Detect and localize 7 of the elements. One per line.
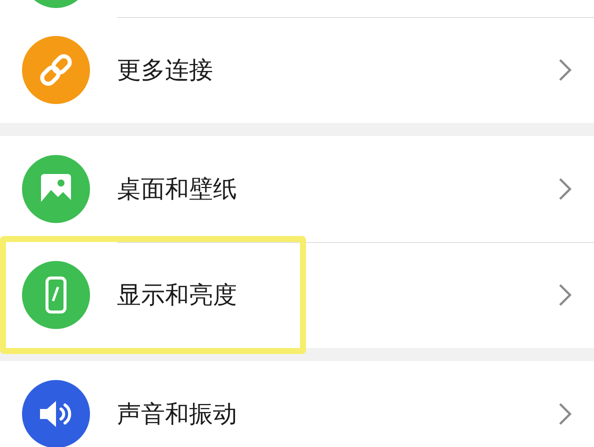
chevron-right-icon	[558, 402, 572, 426]
chevron-right-icon	[558, 283, 572, 307]
chevron-right-icon	[558, 177, 572, 201]
chevron-right-icon	[558, 58, 572, 82]
setting-label[interactable]: 桌面和壁纸	[117, 173, 558, 205]
setting-label[interactable]: 更多连接	[117, 54, 558, 86]
setting-label[interactable]: 显示和亮度	[117, 279, 558, 311]
